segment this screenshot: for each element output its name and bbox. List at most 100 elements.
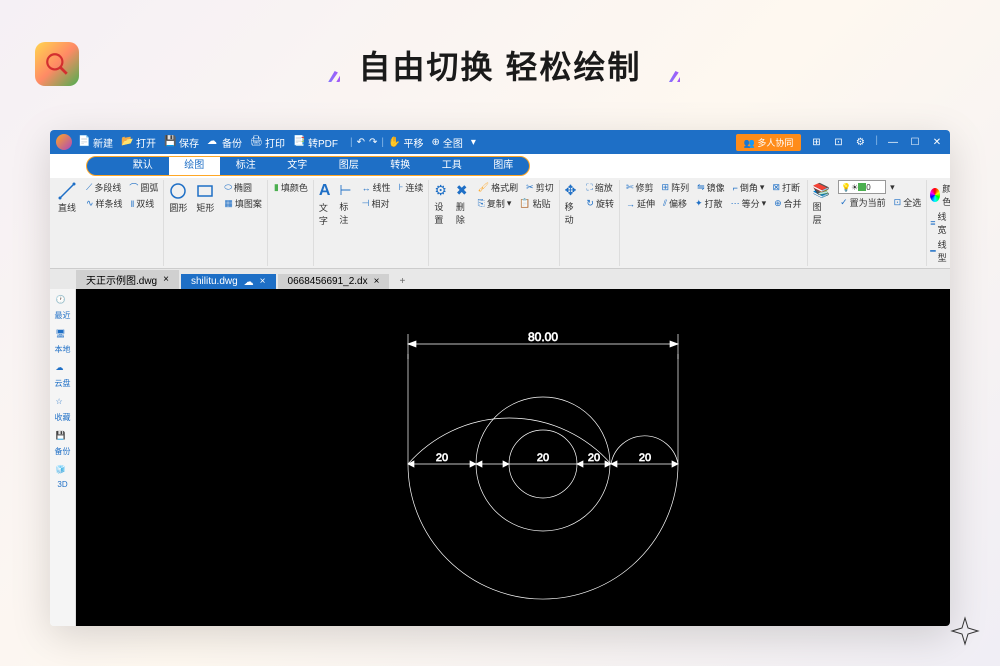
- mirror-tool[interactable]: ⇋镜像: [695, 180, 727, 195]
- rect-tool[interactable]: 矩形: [192, 180, 218, 266]
- color-wheel-icon[interactable]: [930, 188, 940, 202]
- polyline-tool[interactable]: ⟋多段线: [84, 180, 123, 195]
- file-tab-1[interactable]: shilitu.dwg☁×: [181, 274, 276, 289]
- spline-tool[interactable]: ∿样条线: [84, 196, 125, 211]
- pan-button[interactable]: ✋平移: [388, 135, 423, 150]
- quote-right-icon: 〃: [660, 58, 680, 82]
- 3d-button[interactable]: 🧊3D: [56, 465, 70, 489]
- annotate-tool[interactable]: ⊢标注: [335, 180, 355, 266]
- extend-tool[interactable]: →延伸: [624, 196, 657, 211]
- close-tab-icon[interactable]: ×: [374, 276, 380, 287]
- fill-pattern-tool[interactable]: ▦填图案: [222, 196, 264, 211]
- ribbon: 直线 ⟋多段线 ⌒圆弧 ∿样条线 ‖双线 圆形 矩形 ⬭椭圆 ▦填图案 ▮填颜色…: [50, 178, 950, 269]
- format-tool[interactable]: 🖌格式刷: [476, 180, 520, 195]
- convert-pdf-button[interactable]: 📑转PDF: [293, 135, 338, 150]
- layout2-icon[interactable]: ⊡: [831, 135, 845, 149]
- fillet-tool[interactable]: ⌐倒角▾: [731, 180, 767, 195]
- svg-text:20: 20: [537, 452, 549, 464]
- trim-tool[interactable]: ✄修剪: [624, 180, 656, 195]
- color-label: 颜色: [942, 182, 950, 208]
- settings-tool[interactable]: ⚙设置: [430, 180, 451, 266]
- tab-annotate[interactable]: 标注: [220, 157, 272, 175]
- redo-icon[interactable]: ↷: [369, 137, 377, 148]
- new-tab-button[interactable]: +: [391, 274, 413, 289]
- settings-icon[interactable]: ⚙: [853, 135, 867, 149]
- dropdown-icon[interactable]: ▾: [471, 137, 476, 148]
- scale-tool[interactable]: ⛶缩放: [584, 180, 614, 195]
- divide-tool[interactable]: ⋯等分▾: [729, 196, 769, 211]
- select-all-tool[interactable]: ⊡全选: [892, 195, 924, 210]
- recent-button[interactable]: 🕐最近: [55, 295, 71, 321]
- linear-tool[interactable]: ↔线性: [360, 180, 393, 195]
- minimize-icon[interactable]: —: [886, 135, 900, 149]
- favorite-button[interactable]: ☆收藏: [55, 397, 71, 423]
- layout1-icon[interactable]: ⊞: [809, 135, 823, 149]
- cloud-button[interactable]: ☁云盘: [55, 363, 71, 389]
- canvas[interactable]: 80.00: [76, 289, 950, 626]
- svg-text:20: 20: [588, 452, 600, 464]
- layer-tool[interactable]: 📚图层: [809, 180, 834, 266]
- circle-tool[interactable]: 圆形: [165, 180, 191, 266]
- opposite-tool[interactable]: ⊣相对: [360, 196, 392, 211]
- layer-selector[interactable]: 💡☀0: [838, 180, 886, 194]
- delete-tool[interactable]: ✖删除: [452, 180, 472, 266]
- text-tool[interactable]: A文字: [315, 180, 335, 266]
- copy-tool[interactable]: ⎘复制▾: [476, 196, 514, 211]
- tab-text[interactable]: 文字: [272, 157, 324, 175]
- tab-draw[interactable]: 绘图: [169, 157, 221, 175]
- offset-tool[interactable]: ⫽偏移: [661, 196, 689, 211]
- collab-button[interactable]: 👥 多人协同: [736, 134, 802, 151]
- linetype-icon[interactable]: ━: [930, 246, 935, 257]
- sparkle-icon: [950, 616, 980, 646]
- file-tabs: 天正示例图.dwg× shilitu.dwg☁× 0668456691_2.dx…: [50, 269, 950, 289]
- titlebar: 📄新建 📂打开 💾保存 ☁备份 🖨打印 📑转PDF | ↶ ↷ | ✋平移 ⊕全…: [50, 130, 950, 154]
- paste-tool[interactable]: 📋粘贴: [517, 196, 552, 211]
- fill-color-tool[interactable]: ▮填颜色: [272, 180, 310, 195]
- merge-tool[interactable]: ⊕合并: [772, 196, 804, 211]
- break-tool[interactable]: ✦打散: [693, 196, 725, 211]
- close-tab-icon[interactable]: ×: [260, 276, 266, 287]
- close-icon[interactable]: ✕: [930, 135, 944, 149]
- tab-default[interactable]: 默认: [117, 157, 169, 175]
- save-button[interactable]: 💾保存: [164, 135, 199, 150]
- layer-dropdown-icon[interactable]: ▾: [890, 182, 895, 193]
- svg-text:20: 20: [436, 452, 448, 464]
- local-button[interactable]: 🖥本地: [55, 329, 71, 355]
- lineweight-label: 线宽: [938, 210, 951, 236]
- file-tab-2[interactable]: 0668456691_2.dx×: [278, 274, 390, 289]
- workspace: 🕐最近 🖥本地 ☁云盘 ☆收藏 💾备份 🧊3D 80.00: [50, 289, 950, 626]
- line-tool[interactable]: 直线: [54, 180, 80, 266]
- array-tool[interactable]: ⊞阵列: [660, 180, 692, 195]
- tab-library[interactable]: 图库: [478, 157, 530, 175]
- tab-layer[interactable]: 图层: [323, 157, 375, 175]
- cloud-icon: ☁: [244, 277, 254, 287]
- tab-tools[interactable]: 工具: [426, 157, 478, 175]
- avatar[interactable]: [56, 134, 72, 150]
- svg-text:80.00: 80.00: [528, 330, 558, 344]
- fullview-button[interactable]: ⊕全图: [431, 135, 462, 150]
- cut-tool[interactable]: ✂剪切: [524, 180, 556, 195]
- promo-title: 〃 自由切换 轻松绘制 〃: [0, 42, 1000, 88]
- linetype-label: 线型: [938, 238, 950, 264]
- app-window: 📄新建 📂打开 💾保存 ☁备份 🖨打印 📑转PDF | ↶ ↷ | ✋平移 ⊕全…: [50, 130, 950, 626]
- tab-convert[interactable]: 转换: [375, 157, 427, 175]
- arc-tool[interactable]: ⌒圆弧: [127, 180, 160, 195]
- backup-button[interactable]: 💾备份: [55, 431, 71, 457]
- move-tool[interactable]: ✥移动: [561, 180, 581, 266]
- lineweight-icon[interactable]: ≡: [930, 218, 935, 228]
- close-tab-icon[interactable]: ×: [163, 274, 169, 285]
- maximize-icon[interactable]: ☐: [908, 135, 922, 149]
- backup-button[interactable]: ☁备份: [207, 135, 242, 150]
- double-tool[interactable]: ‖双线: [129, 196, 157, 211]
- ungroup-tool[interactable]: ⊠打断: [770, 180, 802, 195]
- svg-text:20: 20: [639, 452, 651, 464]
- rotate-tool[interactable]: ↻旋转: [584, 196, 616, 211]
- set-current-tool[interactable]: ✓置为当前: [838, 195, 888, 210]
- new-button[interactable]: 📄新建: [78, 135, 113, 150]
- ellipse-tool[interactable]: ⬭椭圆: [222, 180, 254, 195]
- continuous-tool[interactable]: ⊦连续: [397, 180, 426, 195]
- print-button[interactable]: 🖨打印: [250, 135, 285, 150]
- open-button[interactable]: 📂打开: [121, 135, 156, 150]
- file-tab-0[interactable]: 天正示例图.dwg×: [76, 270, 179, 289]
- undo-icon[interactable]: ↶: [357, 137, 365, 148]
